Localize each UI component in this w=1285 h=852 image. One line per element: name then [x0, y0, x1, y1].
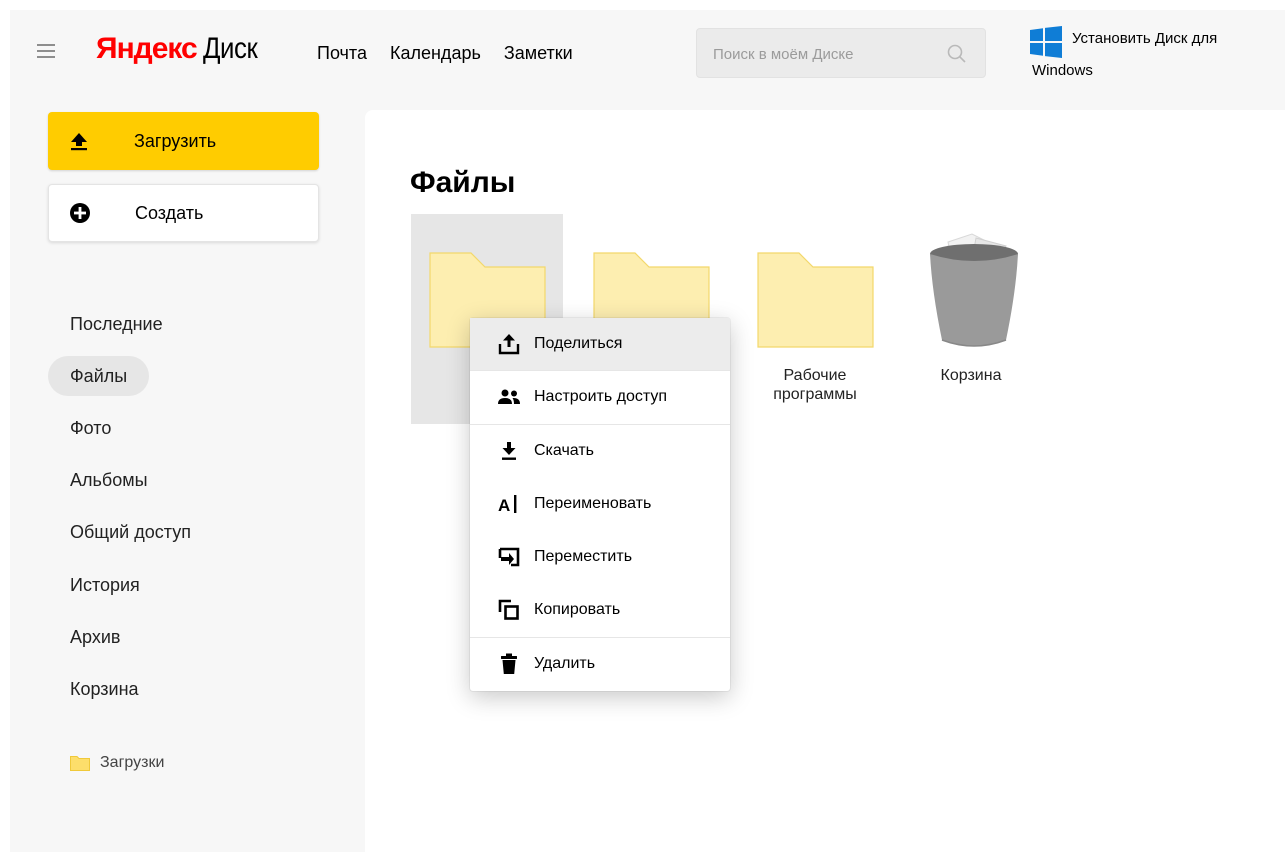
- install-label-line1: Установить Диск для: [1072, 30, 1218, 47]
- create-label: Создать: [135, 202, 204, 223]
- context-menu: Поделиться Настроить доступ Скачать A Пе…: [470, 318, 730, 691]
- delete-icon: [501, 653, 517, 674]
- search-input[interactable]: [713, 43, 933, 65]
- context-menu-copy[interactable]: Копировать: [470, 584, 730, 636]
- trash-label: Корзина: [940, 367, 1002, 384]
- trash-bin-icon: [930, 233, 1018, 347]
- yandex-disk-app: Яндекс Диск Почта Календарь Заметки Уста…: [10, 10, 1285, 852]
- top-nav: Почта Календарь Заметки: [317, 43, 596, 64]
- sidebar-item-albums[interactable]: Альбомы: [48, 460, 170, 500]
- context-menu-label: Удалить: [534, 655, 596, 672]
- search-icon[interactable]: [947, 44, 967, 64]
- upload-button[interactable]: Загрузить: [48, 112, 319, 170]
- sidebar: Загрузить Создать Последние Файлы Фото А…: [10, 110, 365, 852]
- sidebar-item-archive[interactable]: Архив: [48, 617, 142, 657]
- folder-name: Рабочие программы: [773, 367, 857, 403]
- context-menu-delete[interactable]: Удалить: [470, 638, 730, 690]
- logo[interactable]: Яндекс Диск: [96, 32, 266, 72]
- windows-icon: [1030, 26, 1062, 58]
- page-title: Файлы: [410, 166, 516, 199]
- sidebar-item-photo[interactable]: Фото: [48, 408, 133, 448]
- context-menu-label: Копировать: [534, 601, 621, 618]
- folder-icon: [757, 252, 874, 348]
- menu-icon[interactable]: [37, 44, 55, 58]
- install-windows-link[interactable]: Установить Диск для Windows: [1030, 22, 1285, 82]
- folder-tile[interactable]: Рабочие программы: [739, 214, 891, 424]
- context-menu-label: Скачать: [534, 442, 594, 459]
- context-menu-access[interactable]: Настроить доступ: [470, 371, 730, 423]
- sidebar-item-trash[interactable]: Корзина: [48, 669, 161, 709]
- share-icon: [498, 334, 520, 355]
- install-label-line2: Windows: [1032, 62, 1093, 79]
- rename-icon: A: [498, 495, 517, 515]
- nav-notes-link[interactable]: Заметки: [504, 43, 573, 64]
- move-icon: [498, 547, 520, 567]
- svg-text:A: A: [498, 496, 510, 515]
- search-box: [696, 28, 986, 78]
- users-icon: [498, 389, 520, 404]
- nav-calendar-link[interactable]: Календарь: [390, 43, 481, 64]
- logo-brand: Яндекс: [96, 32, 198, 65]
- copy-icon: [498, 599, 519, 620]
- context-menu-label: Переместить: [534, 548, 633, 565]
- create-button[interactable]: Создать: [48, 184, 319, 242]
- plus-circle-icon: [70, 203, 90, 223]
- context-menu-download[interactable]: Скачать: [470, 425, 730, 477]
- context-menu-label: Настроить доступ: [534, 388, 668, 405]
- upload-label: Загрузить: [134, 130, 217, 151]
- upload-icon: [71, 133, 87, 151]
- sidebar-item-history[interactable]: История: [48, 565, 162, 605]
- favorite-folder-label: Загрузки: [100, 754, 165, 771]
- sidebar-item-recent[interactable]: Последние: [48, 304, 185, 344]
- header: Яндекс Диск Почта Календарь Заметки Уста…: [10, 10, 1285, 110]
- folder-icon: [70, 756, 90, 771]
- logo-product: Диск: [202, 32, 258, 65]
- context-menu-share[interactable]: Поделиться: [470, 318, 730, 370]
- context-menu-label: Поделиться: [534, 335, 623, 352]
- nav-mail-link[interactable]: Почта: [317, 43, 367, 64]
- favorite-folder-downloads[interactable]: Загрузки: [70, 754, 164, 772]
- context-menu-move[interactable]: Переместить: [470, 531, 730, 583]
- sidebar-item-shared[interactable]: Общий доступ: [48, 512, 213, 552]
- context-menu-label: Переименовать: [534, 495, 652, 512]
- sidebar-item-files[interactable]: Файлы: [48, 356, 150, 396]
- context-menu-rename[interactable]: A Переименовать: [470, 478, 730, 530]
- trash-tile[interactable]: Корзина: [895, 214, 1047, 424]
- download-icon: [502, 442, 516, 460]
